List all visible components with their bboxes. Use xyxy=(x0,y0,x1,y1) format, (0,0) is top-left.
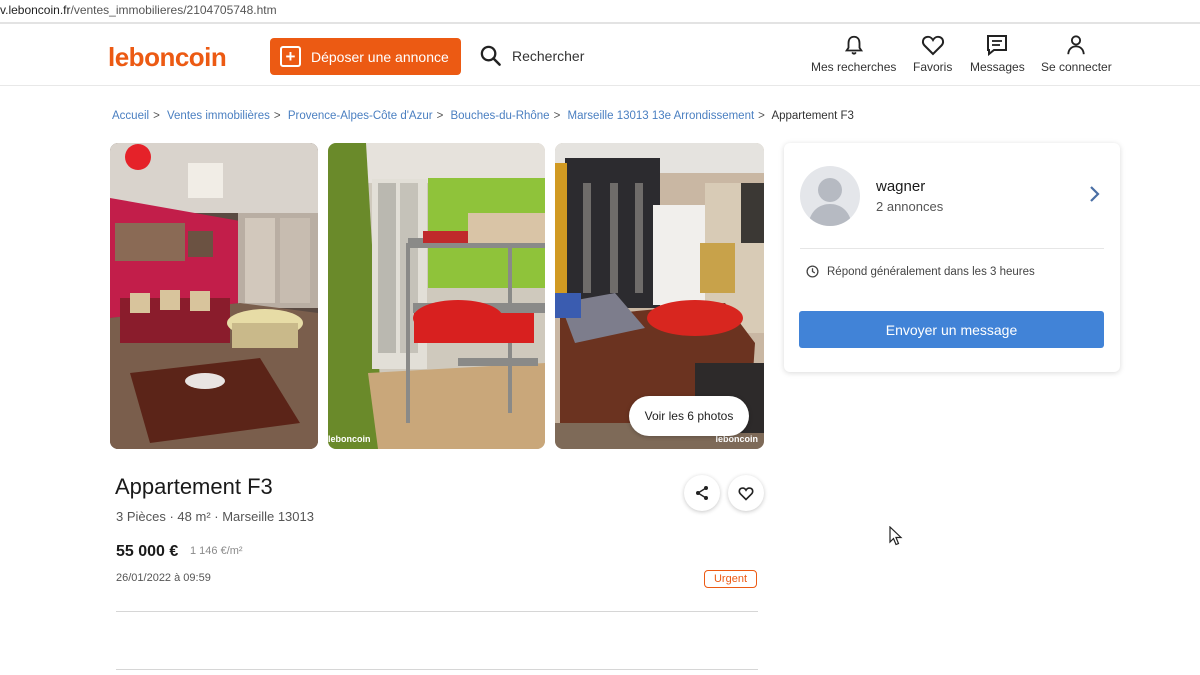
user-silhouette-icon xyxy=(808,178,852,226)
breadcrumb-separator: > xyxy=(153,110,160,122)
nav-saved-searches[interactable]: Mes recherches xyxy=(811,34,896,74)
breadcrumb-separator: > xyxy=(553,110,561,122)
send-message-button[interactable]: Envoyer un message xyxy=(799,311,1104,348)
reply-time: Répond généralement dans les 3 heures xyxy=(806,265,1035,278)
site-header: leboncoin + Déposer une annonce Recherch… xyxy=(0,28,1200,86)
avatar[interactable] xyxy=(800,166,860,226)
breadcrumb-city[interactable]: Marseille 13013 13e Arrondissement xyxy=(568,110,755,122)
breadcrumb-department[interactable]: Bouches-du-Rhône xyxy=(450,110,549,122)
urgent-badge: Urgent xyxy=(704,570,757,588)
bell-icon xyxy=(844,35,863,55)
listing-price: 55 000 € xyxy=(116,543,179,560)
breadcrumb-separator: > xyxy=(436,110,444,122)
breadcrumb: Accueil > Ventes immobilières > Provence-A… xyxy=(112,110,854,122)
search-link[interactable]: Rechercher xyxy=(479,44,584,67)
nav-messages-label: Messages xyxy=(970,60,1025,74)
browser-url-bar[interactable]: v.leboncoin.fr/ventes_immobilieres/21047… xyxy=(0,0,1200,24)
share-icon xyxy=(696,486,708,500)
nav-login[interactable]: Se connecter xyxy=(1041,34,1112,74)
chevron-right-icon[interactable] xyxy=(1089,185,1101,203)
nav-favorites-label: Favoris xyxy=(913,60,953,74)
bedroom-bunk-photo xyxy=(328,143,545,449)
share-button[interactable] xyxy=(684,475,720,511)
search-icon xyxy=(480,45,501,66)
nav-login-label: Se connecter xyxy=(1041,60,1112,74)
url-host: v.leboncoin.fr xyxy=(0,3,71,17)
seller-card: wagner 2 annonces Répond généralement da… xyxy=(784,143,1120,372)
nav-saved-searches-label: Mes recherches xyxy=(811,60,897,74)
listing-photo-1[interactable] xyxy=(110,143,318,449)
url-path: /ventes_immobilieres/2104705748.htm xyxy=(70,3,277,17)
seller-name[interactable]: wagner xyxy=(876,178,925,195)
clock-icon xyxy=(806,265,819,278)
listing-price-per-m2: 1 146 €/m² xyxy=(190,545,243,557)
favorite-button[interactable] xyxy=(728,475,764,511)
mouse-cursor-icon xyxy=(889,526,903,546)
breadcrumb-separator: > xyxy=(273,110,281,122)
message-icon xyxy=(987,35,1008,56)
listing-subtitle: 3 Pièces · 48 m² · Marseille 13013 xyxy=(116,509,314,524)
nav-favorites[interactable]: Favoris xyxy=(913,34,952,74)
heart-icon xyxy=(738,486,754,501)
heart-icon xyxy=(921,35,944,56)
photo-watermark: leboncoin xyxy=(328,434,371,444)
post-ad-label: Déposer une annonce xyxy=(311,48,449,65)
breadcrumb-current: Appartement F3 xyxy=(771,110,854,122)
breadcrumb-region[interactable]: Provence-Alpes-Côte d'Azur xyxy=(288,110,433,122)
breadcrumb-home[interactable]: Accueil xyxy=(112,110,149,122)
breadcrumb-real-estate-sales[interactable]: Ventes immobilières xyxy=(167,110,270,122)
site-logo[interactable]: leboncoin xyxy=(108,42,227,73)
section-divider xyxy=(116,611,758,612)
user-icon xyxy=(1067,35,1086,55)
view-all-photos-button[interactable]: Voir les 6 photos xyxy=(629,396,749,436)
listing-date: 26/01/2022 à 09:59 xyxy=(116,572,211,584)
seller-ads-count: 2 annonces xyxy=(876,199,944,214)
nav-messages[interactable]: Messages xyxy=(970,34,1025,74)
section-divider xyxy=(116,669,758,670)
breadcrumb-separator: > xyxy=(758,110,765,122)
post-ad-button[interactable]: + Déposer une annonce xyxy=(270,38,461,75)
search-label: Rechercher xyxy=(512,47,585,64)
listing-photo-2[interactable]: leboncoin xyxy=(328,143,545,449)
listing-title: Appartement F3 xyxy=(115,474,273,499)
reply-time-text: Répond généralement dans les 3 heures xyxy=(827,265,1035,278)
living-room-photo xyxy=(110,143,318,449)
plus-icon: + xyxy=(280,46,301,67)
card-divider xyxy=(800,248,1104,249)
